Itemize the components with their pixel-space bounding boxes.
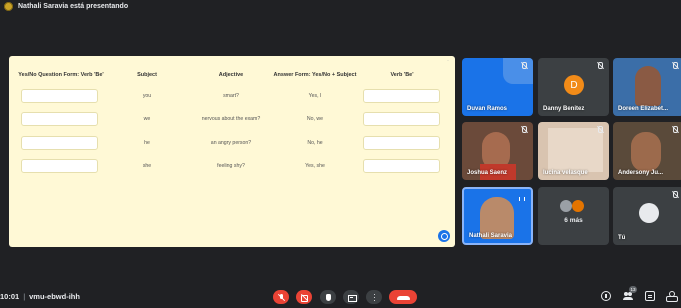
header-answer-form: Answer Form: Yes/No + Subject (273, 72, 357, 78)
presentation-slide[interactable]: · Yes/No Question Form: Verb 'Be' Subjec… (9, 56, 455, 247)
meet-window: Nathali Saravia está presentando · Yes/N… (0, 0, 681, 308)
camera-off-icon (300, 294, 308, 302)
toggle-camera-button[interactable] (296, 290, 312, 304)
verb-input[interactable] (363, 159, 440, 173)
answer-cell: No, he (307, 140, 323, 146)
participant-name: Joshua Saenz (467, 170, 508, 176)
slide-action-button[interactable] (438, 230, 450, 242)
answer-cell: Yes, she (305, 163, 325, 169)
meeting-info: 10:01 | vmu-ebwd-ihh (0, 292, 80, 301)
meeting-info-divider: | (23, 292, 26, 301)
mic-off-icon (596, 62, 604, 70)
table-row: she feeling shy? Yes, she (9, 159, 455, 175)
participant-video (631, 132, 661, 172)
call-end-icon (396, 294, 410, 301)
participant-name: Andersony Ju... (618, 170, 664, 176)
activities-button[interactable] (666, 291, 678, 302)
question-input[interactable] (21, 112, 98, 126)
avatar (572, 200, 584, 212)
table-row: we nervous about the exam? No, we (9, 112, 455, 128)
mic-off-icon (596, 126, 604, 134)
meeting-details-button[interactable] (601, 291, 611, 301)
more-vert-icon (371, 293, 378, 301)
present-screen-button[interactable] (343, 290, 359, 304)
subject-cell: we (143, 116, 151, 122)
participant-name: Tú (618, 235, 626, 241)
table-row: he an angry person? No, he (9, 136, 455, 152)
tile-decoration (503, 58, 533, 84)
header-subject: Subject (137, 72, 157, 78)
more-options-button[interactable] (366, 290, 382, 304)
mic-off-icon (520, 126, 528, 134)
participant-tile[interactable]: Andersony Ju... (613, 122, 681, 180)
participant-name: lucina velasque (543, 170, 588, 176)
header-verb-be: Verb 'Be' (390, 72, 414, 78)
verb-input[interactable] (363, 89, 440, 103)
table-row: you smart? Yes, I (9, 89, 455, 105)
participant-video (548, 128, 603, 172)
avatar: D (564, 75, 584, 95)
hand-icon (325, 293, 332, 301)
participant-tile[interactable]: lucina velasque (538, 122, 609, 180)
raise-hand-button[interactable] (320, 290, 336, 304)
participant-tile[interactable]: Joshua Saenz (462, 122, 533, 180)
participant-count-badge: 13 (629, 286, 637, 293)
participant-tile[interactable]: D Danny Benitez (538, 58, 609, 116)
adjective-cell: feeling shy? (217, 163, 245, 169)
question-input[interactable] (21, 136, 98, 150)
participant-tile[interactable]: Duvan Ramos (462, 58, 533, 116)
slide-corner-icon: · (447, 58, 449, 64)
question-input[interactable] (21, 159, 98, 173)
answer-cell: Yes, I (308, 93, 322, 99)
adjective-cell: nervous about the exam? (201, 116, 261, 122)
chat-button[interactable] (645, 291, 655, 301)
toggle-mic-button[interactable] (273, 290, 289, 304)
subject-cell: you (142, 93, 152, 99)
header-adjective: Adjective (218, 72, 244, 78)
participant-tile-self[interactable]: Tú (613, 187, 681, 245)
mic-off-icon (671, 126, 679, 134)
meeting-time: 10:01 (0, 292, 20, 301)
control-bar: 10:01 | vmu-ebwd-ihh 13 (0, 283, 681, 308)
presenter-avatar (4, 1, 13, 11)
more-participants-tile[interactable]: 6 más (538, 187, 609, 245)
slide-table-header: Yes/No Question Form: Verb 'Be' Subject … (9, 72, 455, 82)
more-participants-label: 6 más (564, 217, 583, 224)
presenting-text: Nathali Saravia está presentando (18, 2, 129, 10)
leave-call-button[interactable] (389, 290, 417, 304)
present-icon (347, 294, 357, 302)
verb-input[interactable] (363, 136, 440, 150)
avatar (639, 203, 659, 223)
answer-cell: No, we (306, 116, 324, 122)
participant-video (635, 66, 661, 106)
presenting-banner: Nathali Saravia está presentando (0, 0, 681, 12)
adjective-cell: smart? (223, 93, 239, 99)
mic-off-icon (671, 62, 679, 70)
mic-off-icon (520, 62, 528, 70)
speaking-indicator-icon (516, 194, 526, 204)
participant-name: Duvan Ramos (467, 106, 508, 112)
participant-tile-active-speaker[interactable]: Nathali Saravia (462, 187, 533, 245)
question-input[interactable] (21, 89, 98, 103)
meeting-code: vmu-ebwd-ihh (29, 292, 80, 301)
adjective-cell: an angry person? (210, 140, 252, 146)
people-button[interactable]: 13 (623, 286, 637, 301)
avatar (560, 200, 572, 212)
subject-cell: he (144, 140, 150, 146)
participant-name: Nathali Saravia (469, 233, 513, 239)
participant-tile[interactable]: Doreen Elizabet... (613, 58, 681, 116)
subject-cell: she (142, 163, 152, 169)
mic-off-icon (278, 293, 285, 301)
verb-input[interactable] (363, 112, 440, 126)
participant-name: Doreen Elizabet... (618, 106, 669, 112)
participant-name: Danny Benitez (543, 106, 585, 112)
header-question-form: Yes/No Question Form: Verb 'Be' (18, 72, 104, 78)
mic-off-icon (671, 191, 679, 199)
